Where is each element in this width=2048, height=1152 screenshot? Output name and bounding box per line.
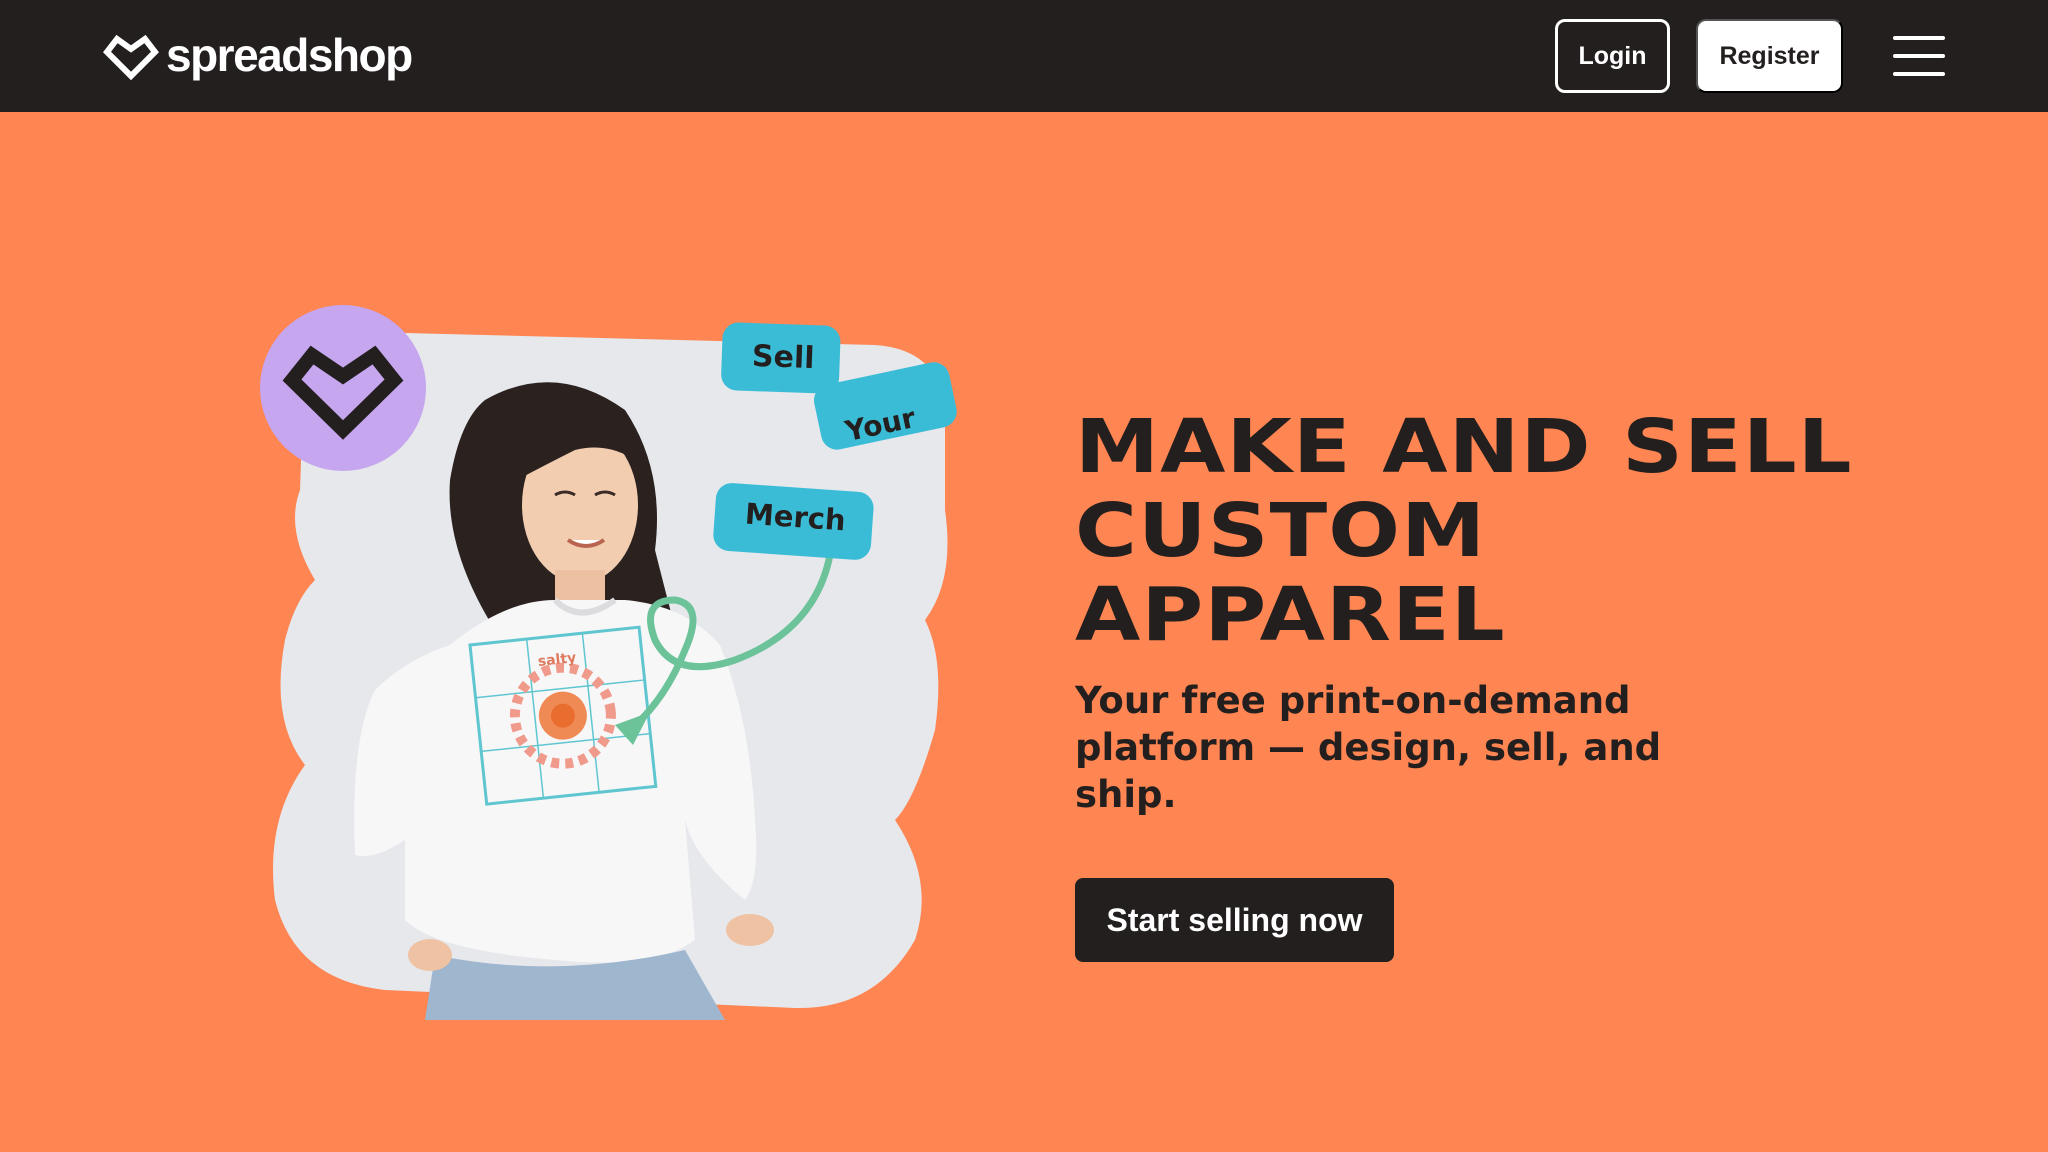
hero-title: MAKE AND SELL CUSTOM APPAREL bbox=[1075, 404, 1853, 658]
start-selling-button[interactable]: Start selling now bbox=[1075, 878, 1394, 962]
login-button[interactable]: Login bbox=[1555, 19, 1670, 93]
menu-line bbox=[1893, 36, 1945, 40]
hero-subtitle: Your free print-on-demand platform — des… bbox=[1075, 679, 1662, 816]
hero-illustration: salty Sell Your Merch bbox=[255, 300, 975, 1020]
hero-content: MAKE AND SELL CUSTOM APPAREL Your free p… bbox=[1075, 405, 1975, 962]
hero-image: salty bbox=[260, 305, 957, 1020]
tag-merch-label: Merch bbox=[743, 496, 847, 538]
menu-line bbox=[1893, 72, 1945, 76]
tag-sell-label: Sell bbox=[751, 338, 816, 377]
spreadshop-logo[interactable]: spreadshop bbox=[102, 29, 413, 81]
hamburger-menu-icon[interactable] bbox=[1893, 36, 1947, 76]
register-button[interactable]: Register bbox=[1696, 19, 1843, 93]
top-navbar: spreadshop Login Register bbox=[0, 0, 2048, 112]
brand-badge bbox=[260, 305, 426, 471]
heart-logo-icon bbox=[103, 34, 159, 80]
menu-line bbox=[1893, 54, 1945, 58]
brand-name: spreadshop bbox=[166, 29, 413, 81]
